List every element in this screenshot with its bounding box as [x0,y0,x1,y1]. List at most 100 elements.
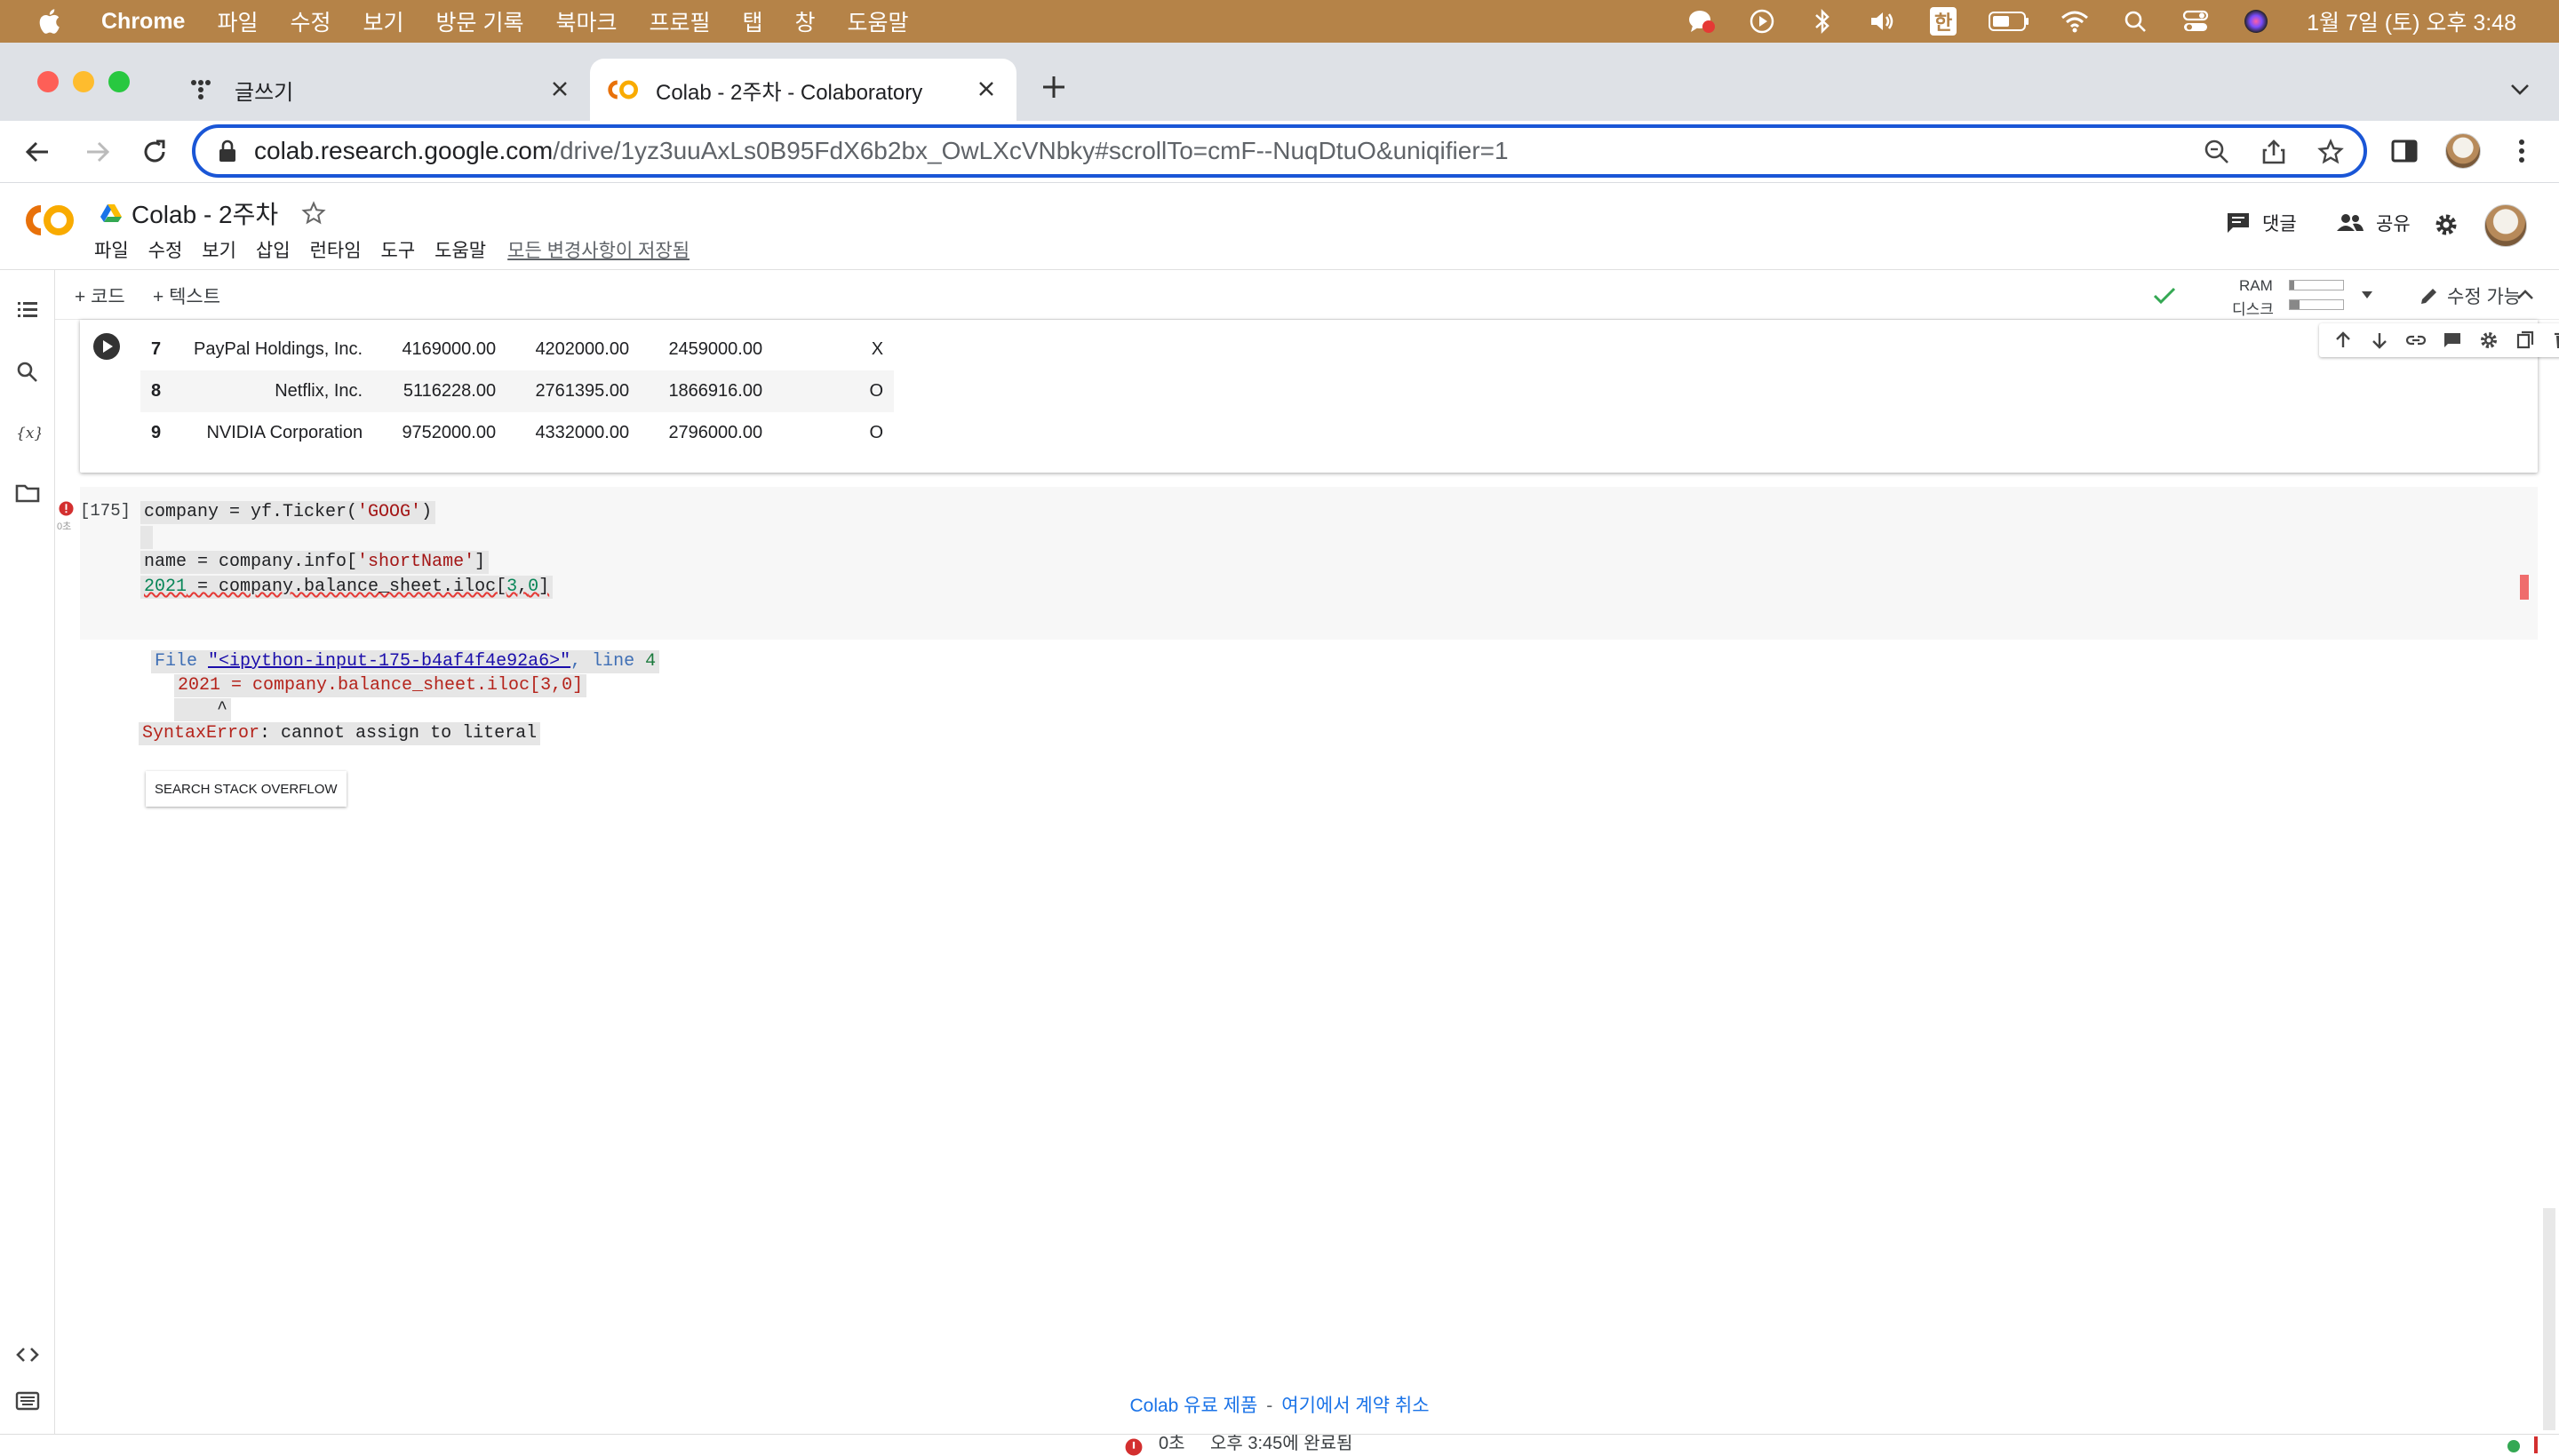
tab-close-icon[interactable] [976,78,997,99]
code-cell[interactable]: [175] company = yf.Ticker('GOOG') name =… [80,487,2538,640]
status-error-icon[interactable] [1125,1438,1143,1456]
comment-button[interactable]: 댓글 [2225,210,2297,236]
back-arrow-icon[interactable] [21,136,53,168]
add-text-cell-button[interactable]: + 텍스트 [153,282,220,309]
delete-trash-icon[interactable] [2551,330,2559,351]
colab-menu-file[interactable]: 파일 [94,236,129,263]
tab-colab[interactable]: Colab - 2주차 - Colaboratory [590,59,1016,121]
wifi-icon[interactable] [2060,6,2090,36]
bluetooth-icon[interactable] [1807,6,1838,36]
colab-menu: 파일 수정 보기 삽입 런타임 도구 도움말 모든 변경사항이 저장됨 [94,236,690,263]
notebook-title[interactable]: Colab - 2주차 [132,195,278,231]
colab-menu-runtime[interactable]: 런타임 [310,236,362,263]
battery-icon[interactable] [1989,6,2029,36]
lock-icon[interactable] [217,139,238,163]
menubar-item-tab[interactable]: 탭 [743,5,763,37]
status-error-marker [2534,1436,2538,1453]
colab-favicon-icon [606,79,638,100]
tab-close-icon[interactable] [549,78,570,99]
code-snippets-icon[interactable] [14,1341,41,1368]
settings-gear-icon[interactable] [2433,211,2459,238]
control-center-icon[interactable] [2180,6,2211,36]
code-line-2[interactable] [140,526,153,549]
colab-paid-products-link[interactable]: Colab 유료 제품 [1129,1396,1257,1416]
window-close-button[interactable] [37,71,59,92]
siri-icon[interactable] [2241,6,2271,36]
window-minimize-button[interactable] [73,71,94,92]
star-icon[interactable] [301,201,326,226]
notebook-toolbar: + 코드 + 텍스트 RAM 디스크 수정 가능 [55,270,2559,320]
run-cell-play-icon[interactable] [92,332,121,361]
menubar-item-edit[interactable]: 수정 [290,5,331,37]
code-line-4[interactable]: 2021 = company.balance_sheet.iloc[3,0] [140,576,553,599]
comment-icon [2225,210,2252,236]
error-status-icon[interactable] [59,501,74,516]
input-method-badge[interactable]: 한 [1928,6,1958,36]
colab-account-avatar[interactable] [2484,204,2527,247]
colab-header: Colab - 2주차 파일 수정 보기 삽입 런타임 도구 도움말 모든 변경… [0,183,2559,270]
colab-menu-edit[interactable]: 수정 [148,236,183,263]
edit-mode-button[interactable]: 수정 가능 [2419,282,2521,309]
mirror-cell-icon[interactable] [2515,330,2536,351]
notebook-title-row: Colab - 2주차 [100,195,326,231]
menubar-item-file[interactable]: 파일 [217,5,258,37]
code-token: ] [538,577,549,597]
resources-dropdown-icon[interactable] [2360,290,2374,300]
menubar-item-help[interactable]: 도움말 [848,5,909,37]
menubar-item-bookmarks[interactable]: 북마크 [555,5,617,37]
colab-menu-view[interactable]: 보기 [202,236,236,263]
share-icon[interactable] [2260,139,2287,165]
value-cell: 2761395.00 [506,370,640,412]
move-cell-up-icon[interactable] [2332,330,2354,351]
tab-search-chevron-icon[interactable] [2507,76,2532,101]
move-cell-down-icon[interactable] [2369,330,2390,351]
cell-settings-gear-icon[interactable] [2478,330,2499,351]
output-cell[interactable]: 7 PayPal Holdings, Inc. 4169000.00 42020… [80,320,2538,473]
chat-bubble-icon[interactable] [1686,6,1717,36]
bookmark-star-icon[interactable] [2317,139,2344,165]
table-of-contents-icon[interactable] [14,297,41,323]
menubar-item-view[interactable]: 보기 [363,5,404,37]
code-line-3[interactable]: name = company.info['shortName'] [140,551,489,574]
save-status-link[interactable]: 모든 변경사항이 저장됨 [507,236,690,263]
traceback-file-link[interactable]: "<ipython-input-175-b4af4f4e92a6>" [208,651,570,672]
colab-menu-insert[interactable]: 삽입 [256,236,291,263]
tab-writing[interactable]: 글쓰기 [174,59,590,121]
apple-icon[interactable] [36,6,66,36]
forward-arrow-icon[interactable] [82,136,114,168]
play-circle-icon[interactable] [1747,6,1777,36]
chrome-more-vert-icon[interactable] [2506,135,2538,167]
collapse-chevron-up-icon[interactable] [2515,284,2536,306]
code-line-1[interactable]: company = yf.Ticker('GOOG') [140,501,435,524]
find-search-icon[interactable] [14,359,41,386]
window-zoom-button[interactable] [108,71,130,92]
link-icon[interactable] [2405,330,2427,351]
zoom-magnifier-icon[interactable] [2204,139,2230,165]
add-comment-icon[interactable] [2442,330,2463,351]
menubar-app-name[interactable]: Chrome [101,9,185,35]
variables-icon[interactable]: {x} [14,419,41,446]
colab-menu-help[interactable]: 도움말 [434,236,486,263]
google-drive-icon[interactable] [100,203,123,224]
volume-icon[interactable] [1868,6,1898,36]
reload-icon[interactable] [139,136,171,168]
colab-menu-tools[interactable]: 도구 [381,236,416,263]
files-folder-icon[interactable] [14,480,41,506]
menubar-item-profiles[interactable]: 프로필 [649,5,710,37]
menubar-item-window[interactable]: 창 [795,5,816,37]
search-stack-overflow-button[interactable]: SEARCH STACK OVERFLOW [146,771,347,807]
cancel-contract-link[interactable]: 여기에서 계약 취소 [1281,1396,1429,1416]
add-code-cell-button[interactable]: + 코드 [75,282,125,309]
new-tab-plus-icon[interactable] [1038,71,1070,103]
address-bar[interactable]: colab.research.google.com/drive/1yz3uuAx… [192,124,2367,178]
spotlight-search-icon[interactable] [2120,6,2150,36]
menubar-item-history[interactable]: 방문 기록 [436,5,524,37]
colab-logo-icon[interactable] [20,203,75,238]
share-button[interactable]: 공유 [2335,210,2411,236]
value-cell: 9752000.00 [373,412,506,454]
status-completed-time[interactable]: 오후 3:45에 완료됨 [1210,1435,1352,1453]
profile-avatar[interactable] [2445,133,2481,169]
side-panel-icon[interactable] [2388,135,2420,167]
menubar-clock[interactable]: 1월 7일 (토) 오후 3:48 [2307,5,2516,37]
ram-disk-indicator[interactable]: RAM 디스크 [2147,275,2378,316]
